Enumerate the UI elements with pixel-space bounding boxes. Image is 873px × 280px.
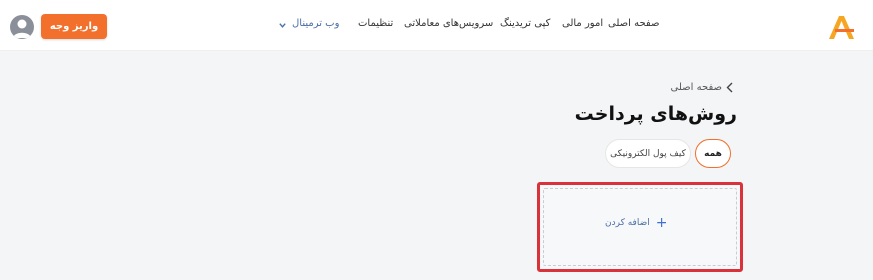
nav-web-terminal[interactable]: وب ترمینال — [292, 18, 339, 29]
deposit-button[interactable]: واریز وجه — [41, 14, 107, 39]
nav-trade-services[interactable]: سرویس‌های معاملاتی — [404, 18, 493, 29]
tab-all[interactable]: همه — [695, 139, 731, 168]
tab-ewallet[interactable]: کیف پول الکترونیکی — [605, 139, 691, 168]
chevron-down-icon[interactable] — [278, 21, 287, 30]
user-avatar-icon[interactable] — [10, 15, 34, 39]
add-label: اضافه کردن — [605, 218, 650, 228]
nav-home[interactable]: صفحه اصلی — [608, 18, 659, 29]
breadcrumb-home[interactable]: صفحه اصلی — [671, 82, 722, 93]
chevron-left-icon — [726, 82, 733, 93]
brand-logo-icon[interactable] — [826, 14, 856, 40]
nav-copy-trading[interactable]: کپی تریدینگ — [500, 18, 550, 29]
nav-finance[interactable]: امور مالی — [562, 18, 603, 29]
nav-settings[interactable]: تنظیمات — [358, 18, 393, 29]
add-payment-method-button[interactable]: اضافه کردن + — [605, 215, 668, 231]
plus-icon: + — [655, 215, 668, 231]
user-silhouette — [13, 19, 31, 38]
top-navigation-bar: واریز وجه وب ترمینال تنظیمات سرویس‌های م… — [0, 0, 873, 51]
page-title: روش‌های پرداخت — [574, 103, 737, 125]
